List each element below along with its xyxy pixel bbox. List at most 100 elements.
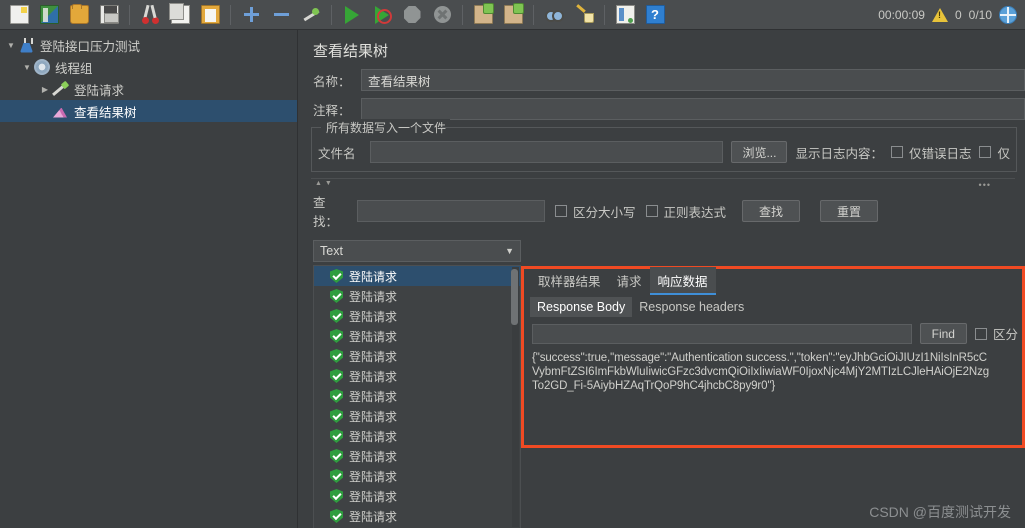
expand-icon[interactable] bbox=[237, 2, 265, 28]
warning-icon[interactable] bbox=[931, 8, 948, 22]
find-button[interactable]: 查找 bbox=[742, 200, 801, 222]
result-list-item[interactable]: 登陆请求 bbox=[314, 306, 520, 326]
search-label: 查找： bbox=[313, 196, 339, 229]
tree-item-login-request[interactable]: ▶ 登陆请求 bbox=[0, 78, 297, 100]
result-list-item[interactable]: 登陆请求 bbox=[314, 426, 520, 446]
reset-button[interactable]: 重置 bbox=[820, 200, 879, 222]
function-helper-icon[interactable] bbox=[611, 2, 639, 28]
chevron-down-icon[interactable]: ▼ bbox=[4, 41, 18, 50]
search-icon[interactable] bbox=[540, 2, 568, 28]
comment-input[interactable] bbox=[361, 98, 1025, 120]
search-input[interactable] bbox=[357, 200, 545, 222]
render-type-value: Text bbox=[320, 244, 343, 258]
result-list-item[interactable]: 登陆请求 bbox=[314, 466, 520, 486]
http-request-icon bbox=[52, 81, 69, 98]
result-list-item-label: 登陆请求 bbox=[349, 389, 398, 404]
search-row: 查找： 区分大小写 正则表达式 查找 重置 bbox=[299, 192, 1025, 230]
result-list-item[interactable]: 登陆请求 bbox=[314, 406, 520, 426]
toolbar-separator-1 bbox=[129, 4, 130, 25]
clear-all-icon[interactable] bbox=[499, 2, 527, 28]
response-find-button[interactable]: Find bbox=[919, 323, 967, 344]
success-shield-icon bbox=[330, 389, 343, 403]
new-icon[interactable] bbox=[5, 2, 33, 28]
result-list-item[interactable]: 登陆请求 bbox=[314, 506, 520, 526]
sampler-result-list[interactable]: 登陆请求 登陆请求 登陆请求 登陆请求 登陆请求 登陆请求 登陆请求 登陆请求 登陆请求 登陆请求… bbox=[313, 265, 521, 528]
detail-tabs[interactable]: 取样器结果 请求 响应数据 bbox=[524, 267, 1022, 295]
regex-checkbox[interactable] bbox=[645, 205, 658, 217]
result-list-item[interactable]: 登陆请求 bbox=[314, 346, 520, 366]
warning-count: 0 bbox=[954, 8, 962, 22]
toolbar-separator-5 bbox=[533, 4, 534, 25]
reset-search-icon[interactable] bbox=[570, 2, 598, 28]
chevron-down-icon[interactable]: ▼ bbox=[20, 63, 34, 72]
toolbar-separator-4 bbox=[462, 4, 463, 25]
collapse-icon[interactable] bbox=[267, 2, 295, 28]
case-sensitive-checkbox-row[interactable]: 区分大小写 bbox=[555, 202, 636, 221]
case-sensitive-checkbox[interactable] bbox=[555, 205, 567, 217]
subtab-response-headers[interactable]: Response headers bbox=[632, 297, 751, 317]
stop-icon[interactable] bbox=[398, 2, 426, 28]
shutdown-icon[interactable] bbox=[428, 2, 456, 28]
tab-request[interactable]: 请求 bbox=[609, 267, 650, 295]
splitter-dots-icon: ••• bbox=[978, 180, 991, 190]
splitter-arrows-icon[interactable]: ▲▼ bbox=[315, 180, 335, 187]
regex-checkbox-row[interactable]: 正则表达式 bbox=[645, 202, 727, 221]
results-scrollbar[interactable] bbox=[511, 267, 519, 527]
test-plan-tree[interactable]: ▼ 登陆接口压力测试 ▼ 线程组 ▶ 登陆请求 查看结果树 bbox=[0, 30, 298, 528]
success-only-checkbox-row[interactable]: 仅 bbox=[979, 143, 1010, 162]
clear-icon[interactable] bbox=[469, 2, 497, 28]
result-list-item[interactable]: 登陆请求 bbox=[314, 286, 520, 306]
copy-icon[interactable] bbox=[166, 2, 194, 28]
open-icon[interactable] bbox=[65, 2, 93, 28]
tree-item-view-results-tree[interactable]: 查看结果树 bbox=[0, 100, 297, 122]
result-list-item[interactable]: 登陆请求 bbox=[314, 486, 520, 506]
templates-icon[interactable] bbox=[35, 2, 63, 28]
result-list-item[interactable]: 登陆请求 bbox=[314, 386, 520, 406]
regex-label: 正则表达式 bbox=[663, 205, 727, 220]
name-row: 名称： bbox=[299, 69, 1025, 91]
render-type-combo[interactable]: Text ▼ bbox=[313, 240, 521, 262]
file-group-title: 所有数据写入一个文件 bbox=[322, 119, 451, 136]
result-list-item[interactable]: 登陆请求 bbox=[314, 326, 520, 346]
result-list-item-label: 登陆请求 bbox=[349, 469, 398, 484]
start-icon[interactable] bbox=[338, 2, 366, 28]
tab-response-data[interactable]: 响应数据 bbox=[649, 267, 716, 295]
errors-only-checkbox-row[interactable]: 仅错误日志 bbox=[890, 143, 971, 162]
tree-item-label: 登陆接口压力测试 bbox=[40, 39, 141, 54]
name-input[interactable] bbox=[361, 69, 1025, 91]
save-icon[interactable] bbox=[95, 2, 123, 28]
globe-icon[interactable] bbox=[999, 6, 1017, 24]
cut-icon[interactable] bbox=[136, 2, 164, 28]
filename-input[interactable] bbox=[370, 141, 724, 163]
tree-item-thread-group[interactable]: ▼ 线程组 bbox=[0, 56, 297, 78]
response-case-checkbox[interactable] bbox=[974, 327, 987, 340]
start-no-timers-icon[interactable] bbox=[368, 2, 396, 28]
help-icon[interactable]: ? bbox=[641, 2, 669, 28]
result-list-item[interactable]: 登陆请求 bbox=[314, 446, 520, 466]
tree-item-test-plan[interactable]: ▼ 登陆接口压力测试 bbox=[0, 34, 297, 56]
result-list-item-label: 登陆请求 bbox=[349, 309, 398, 324]
chevron-down-icon[interactable]: ▼ bbox=[505, 246, 514, 256]
success-only-checkbox[interactable] bbox=[979, 146, 992, 158]
log-display-label: 显示日志内容： bbox=[795, 146, 883, 161]
toolbar-separator-2 bbox=[230, 4, 231, 25]
response-case-checkbox-row[interactable]: 区分 bbox=[974, 324, 1022, 343]
errors-only-checkbox[interactable] bbox=[890, 146, 903, 158]
splitter-bar[interactable]: ▲▼ ••• bbox=[311, 178, 1015, 190]
subtab-response-body[interactable]: Response Body bbox=[530, 297, 633, 317]
response-body-text[interactable]: {"success":true,"message":"Authenticatio… bbox=[532, 351, 1020, 393]
result-list-item[interactable]: 登陆请求 bbox=[314, 366, 520, 386]
result-list-item-label: 登陆请求 bbox=[349, 449, 398, 464]
paste-icon[interactable] bbox=[196, 2, 224, 28]
response-find-input[interactable] bbox=[532, 323, 912, 344]
result-list-item[interactable]: 登陆请求 bbox=[314, 266, 520, 286]
tab-sampler-result[interactable]: 取样器结果 bbox=[530, 267, 609, 295]
result-list-item-label: 登陆请求 bbox=[349, 349, 398, 364]
tree-item-label: 线程组 bbox=[55, 61, 93, 76]
chevron-right-icon[interactable]: ▶ bbox=[38, 85, 52, 94]
results-scrollbar-thumb[interactable] bbox=[511, 269, 518, 325]
response-subtabs[interactable]: Response Body Response headers bbox=[524, 295, 1022, 319]
toggle-icon[interactable] bbox=[297, 2, 325, 28]
browse-button[interactable]: 浏览... bbox=[731, 141, 788, 163]
file-row: 文件名 浏览... 显示日志内容： 仅错误日志 仅 bbox=[318, 141, 1010, 163]
